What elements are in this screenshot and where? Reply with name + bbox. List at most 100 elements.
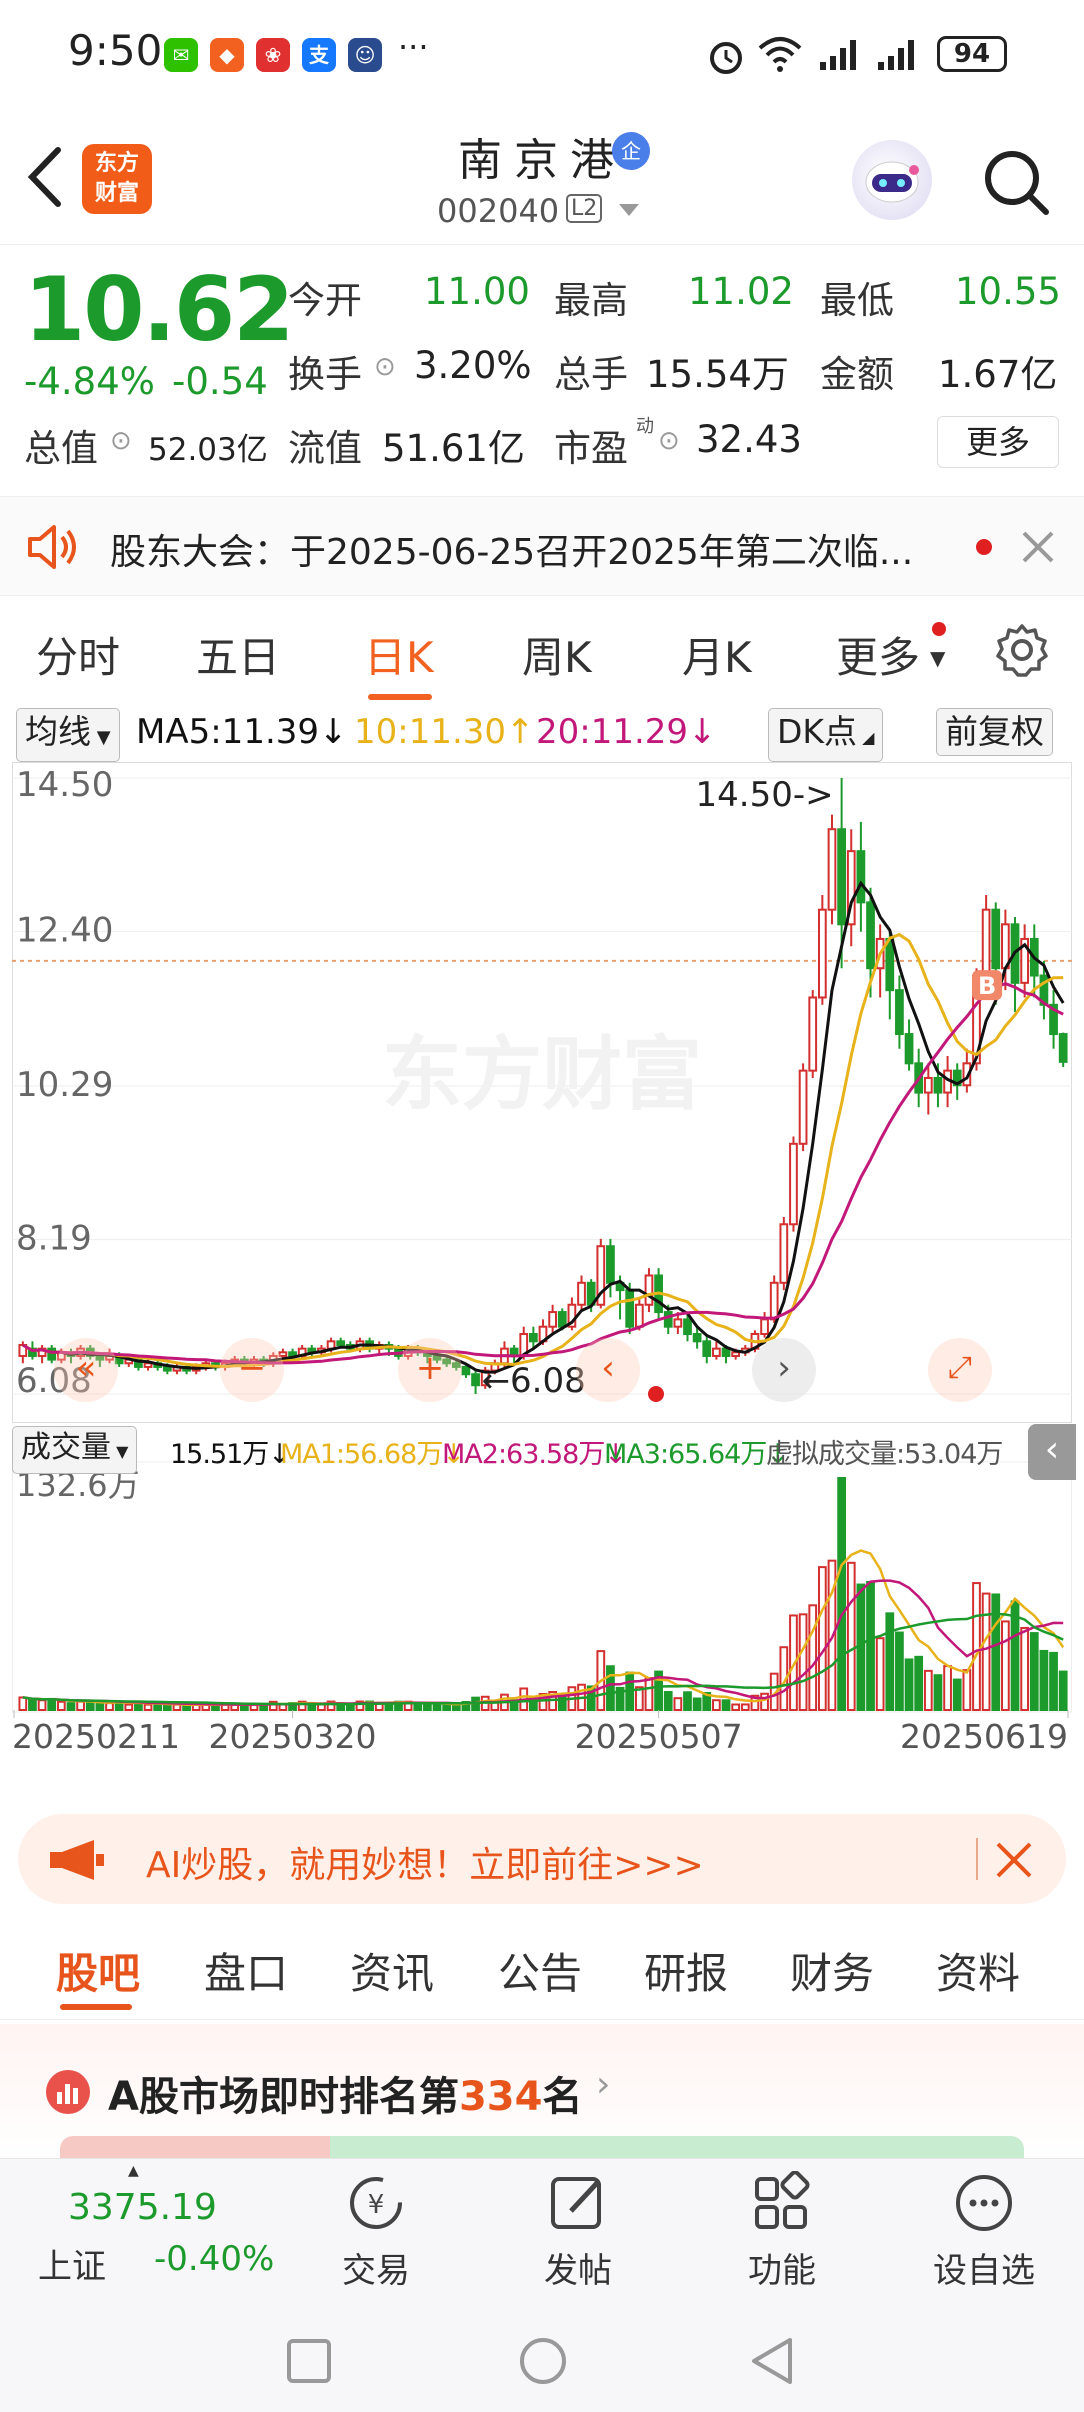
more-quote-button[interactable]: 更多 [937, 416, 1059, 468]
banner-close-icon[interactable] [994, 1840, 1034, 1880]
tab-daily-k[interactable]: 日K [364, 624, 434, 685]
alarm-icon [710, 42, 742, 74]
ai-assistant-avatar[interactable] [852, 140, 932, 220]
notice-text: 股东大会：于2025-06-25召开2025年第二次临... [110, 532, 914, 573]
scroll-right-button[interactable]: › [752, 1338, 816, 1402]
candle-body [673, 1318, 683, 1328]
candle-body [837, 828, 846, 926]
tab-announcements[interactable]: 公告 [498, 1940, 582, 2001]
tab-five-day[interactable]: 五日 [196, 624, 280, 685]
volume-bar [866, 1581, 875, 1711]
volume-legend: 成交量 ▼ 15.51万↓ MA1:56.68万↓ MA2:63.58万↓ MA… [0, 1424, 1084, 1480]
volume-bar [557, 1694, 567, 1712]
more-notifications-icon: ··· [398, 28, 429, 66]
candle-body [769, 1281, 779, 1321]
candle-body [625, 1289, 635, 1328]
tab-monthly-k[interactable]: 月K [682, 624, 752, 685]
x-tick-label: 20250211 [12, 1717, 180, 1756]
turnover-info-icon[interactable]: ⊙ [374, 352, 396, 382]
volume-bar [47, 1697, 57, 1712]
nav-add-watchlist[interactable]: 设自选 [914, 2171, 1054, 2291]
candle-body [808, 996, 818, 1072]
stock-header: 东方 财富 南京港 企 002040 L2 [0, 110, 1084, 245]
tab-guba[interactable]: 股吧 [56, 1940, 140, 2001]
zoom-out-button[interactable]: − [220, 1338, 284, 1402]
svg-text:¥: ¥ [368, 2190, 385, 2220]
volume-bar [124, 1703, 134, 1711]
adjust-selector[interactable]: 前复权 [936, 708, 1053, 756]
tab-more-caret-icon[interactable]: ▼ [930, 646, 945, 670]
info-tabs: 股吧 盘口 资讯 公告 研报 财务 资料 [0, 1920, 1084, 2020]
fullscreen-icon[interactable]: ⤢ [928, 1338, 992, 1402]
level2-badge[interactable]: L2 [566, 194, 603, 223]
volume-indicator-selector[interactable]: 成交量 ▼ [12, 1426, 138, 1474]
low-value: 10.55 [955, 270, 1061, 313]
battery-indicator: 94 [937, 36, 1007, 72]
ma5-value: MA5:11.39↓ [136, 712, 348, 752]
volume-bar [721, 1699, 731, 1711]
chevron-down-icon[interactable] [617, 202, 641, 218]
pe-info-icon[interactable]: ⊙ [658, 426, 680, 456]
signal-2-icon [878, 40, 914, 70]
volume-bar [885, 1612, 895, 1711]
low-label: 最低 [820, 279, 894, 322]
tab-research[interactable]: 研报 [644, 1940, 728, 2001]
settings-gear-icon[interactable] [994, 622, 1050, 678]
index-value[interactable]: 3375.19 [68, 2187, 217, 2228]
tab-profile[interactable]: 资料 [936, 1940, 1020, 2001]
tab-intraday[interactable]: 分时 [36, 624, 120, 685]
tab-more[interactable]: 更多 [836, 624, 920, 685]
total-cap-info-icon[interactable]: ⊙ [110, 426, 132, 456]
recents-icon[interactable] [286, 2338, 332, 2384]
volume-bar [85, 1700, 95, 1712]
tab-pankou[interactable]: 盘口 [204, 1940, 288, 2001]
market-rank-card[interactable]: A股市场即时排名第334名 › [0, 2024, 1084, 2164]
volume-bar [644, 1677, 654, 1711]
volume-bar [760, 1692, 769, 1711]
volume-ma1: MA1:56.68万↓ [280, 1439, 465, 1470]
stock-code: 002040 [437, 192, 560, 230]
zoom-out-far-button[interactable]: « [54, 1338, 118, 1402]
search-icon[interactable] [980, 146, 1052, 218]
scroll-left-button[interactable]: ‹ [576, 1338, 640, 1402]
volume-bar [673, 1697, 683, 1712]
kline-chart[interactable]: 14.5012.4010.298.196.08东方财富14.50->←6.08B… [12, 762, 1072, 1792]
tab-news[interactable]: 资讯 [350, 1940, 434, 2001]
volume-bar [28, 1699, 37, 1712]
active-tab-indicator [368, 694, 432, 700]
index-change[interactable]: -0.40% [154, 2239, 274, 2279]
index-name[interactable]: 上证 [38, 2239, 106, 2288]
y-tick-label: 14.50 [16, 765, 113, 805]
ai-banner[interactable]: AI炒股，就用妙想！立即前往>>> [18, 1814, 1066, 1904]
candle-body [856, 850, 866, 904]
candle-body [683, 1318, 692, 1336]
tab-weekly-k[interactable]: 周K [522, 624, 592, 685]
volume-bar [712, 1699, 721, 1712]
y-tick-label: 10.29 [16, 1065, 113, 1105]
back-icon[interactable] [748, 2336, 796, 2386]
volume-bar [817, 1566, 827, 1711]
candle-body [634, 1303, 644, 1328]
volume-bar [914, 1655, 924, 1711]
y-tick-label: 12.40 [16, 911, 113, 951]
home-icon[interactable] [518, 2336, 568, 2386]
indicator-selector[interactable]: 均线 ▼ [16, 708, 120, 762]
tab-finance[interactable]: 财务 [790, 1940, 874, 2001]
nav-post[interactable]: 发帖 [508, 2171, 648, 2291]
zoom-in-button[interactable]: + [398, 1338, 462, 1402]
notice-bar[interactable]: 股东大会：于2025-06-25召开2025年第二次临... [0, 496, 1084, 596]
volume-bar [105, 1702, 114, 1712]
close-icon[interactable] [1020, 529, 1056, 565]
nav-trade[interactable]: ¥ 交易 [306, 2171, 446, 2291]
dk-point-toggle[interactable]: DK点 ◢ [768, 708, 884, 762]
robot-notification-icon: ☺ [348, 38, 382, 72]
side-panel-toggle[interactable]: ‹ [1028, 1424, 1076, 1480]
current-price: 10.62 [24, 258, 294, 361]
volume-bar [972, 1582, 981, 1711]
active-info-tab-indicator [60, 2004, 132, 2010]
unread-dot [976, 539, 992, 555]
nav-functions[interactable]: 功能 [712, 2171, 852, 2291]
pe-value: 32.43 [696, 418, 802, 461]
pe-dynamic-mark: 动 [636, 416, 654, 437]
candle-body [644, 1274, 654, 1306]
